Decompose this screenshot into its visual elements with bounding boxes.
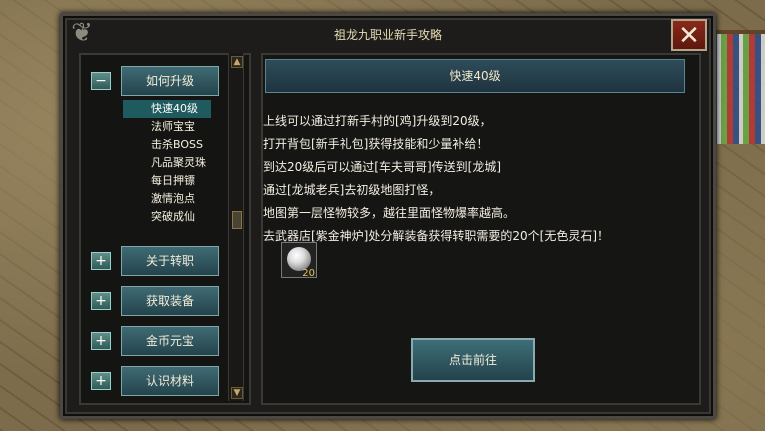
- scroll-down-icon[interactable]: ▼: [231, 387, 243, 399]
- sub-item-kill-boss[interactable]: 击杀BOSS: [151, 136, 241, 154]
- dialog-title: 祖龙九职业新手攻略: [333, 28, 442, 42]
- sub-item-ascend[interactable]: 突破成仙: [151, 208, 241, 226]
- content-header: 快速40级: [265, 59, 685, 93]
- sub-item-spirit-orb[interactable]: 凡品聚灵珠: [151, 154, 241, 172]
- expand-icon[interactable]: +: [91, 332, 111, 350]
- category-button[interactable]: 如何升级: [121, 66, 219, 96]
- category-button[interactable]: 金币元宝: [121, 326, 219, 356]
- sub-item-afk-points[interactable]: 激情泡点: [151, 190, 241, 208]
- guide-text-line: 到达20级后可以通过[车夫哥哥]传送到[龙城]: [263, 160, 501, 174]
- guide-text-line: 通过[龙城老兵]去初级地图打怪，: [263, 183, 441, 197]
- sub-item-mage-pet[interactable]: 法师宝宝: [151, 118, 241, 136]
- item-slot[interactable]: 20: [281, 242, 317, 279]
- category-button[interactable]: 获取装备: [121, 286, 219, 316]
- expand-icon[interactable]: +: [91, 372, 111, 390]
- category-button[interactable]: 认识材料: [121, 366, 219, 396]
- close-button[interactable]: ✕: [671, 19, 707, 51]
- category-button[interactable]: 关于转职: [121, 246, 219, 276]
- collapse-icon[interactable]: −: [91, 72, 111, 90]
- expand-icon[interactable]: +: [91, 252, 111, 270]
- sub-item-fast-40[interactable]: 快速40级: [123, 100, 211, 118]
- item-quantity: 20: [302, 268, 315, 279]
- guide-dialog: ❦ 祖龙九职业新手攻略 ✕ ▲ ▼ − 如何升级 快速40级 法师宝宝 击杀BO…: [60, 13, 716, 419]
- guide-text-line: 地图第一层怪物较多，越往里面怪物爆率越高。: [263, 206, 516, 220]
- scroll-up-icon[interactable]: ▲: [231, 56, 243, 68]
- sub-item-daily-escort[interactable]: 每日押镖: [151, 172, 241, 190]
- guide-text-line: 打开背包[新手礼包]获得技能和少量补给！: [263, 137, 489, 151]
- nav-scrollbar[interactable]: ▲ ▼: [228, 53, 244, 401]
- guide-text-line: 上线可以通过打新手村的[鸡]升级到20级，: [263, 114, 492, 128]
- go-button[interactable]: 点击前往: [411, 338, 535, 382]
- title-bar[interactable]: ❦ 祖龙九职业新手攻略 ✕: [63, 16, 713, 52]
- expand-icon[interactable]: +: [91, 292, 111, 310]
